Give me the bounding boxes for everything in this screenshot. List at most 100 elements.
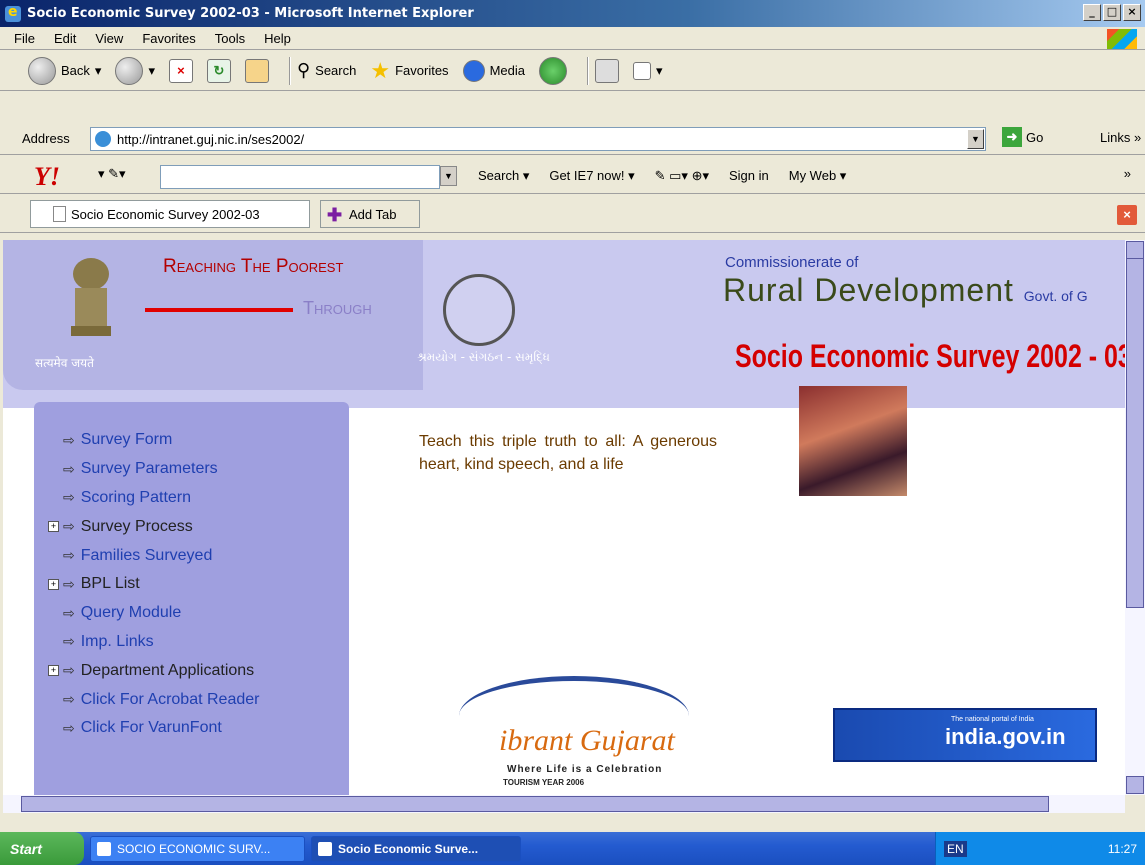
start-button[interactable]: Start (0, 832, 84, 865)
arrow-icon: ⇨ (63, 662, 75, 679)
vertical-scrollbar[interactable] (1125, 240, 1145, 795)
yahoo-logo-icon[interactable]: Y! (34, 162, 60, 192)
favorites-button[interactable]: ★ Favorites (370, 58, 448, 84)
expand-icon[interactable]: + (48, 665, 59, 677)
add-tab-button[interactable]: ✚ Add Tab (320, 200, 420, 228)
expand-icon[interactable]: + (48, 521, 59, 533)
sidebar-item-families-surveyed[interactable]: ⇨ Families Surveyed (34, 541, 349, 570)
sidebar-nav: ⇨ Survey Form ⇨ Survey Parameters ⇨ Scoring P… (34, 402, 349, 795)
sidebar-item-click-for-varunfont[interactable]: ⇨ Click For VarunFont (34, 714, 349, 743)
sidebar-item-label: BPL List (80, 575, 140, 593)
arrow-icon: ⇨ (63, 691, 75, 708)
home-icon (244, 58, 269, 83)
search-button[interactable]: ⚲ Search (297, 60, 356, 81)
quote-text: Teach this triple truth to all: A genero… (419, 433, 717, 473)
address-dropdown-icon[interactable]: ▼ (967, 129, 984, 149)
menu-edit[interactable]: Edit (54, 31, 76, 46)
history-button[interactable] (538, 56, 567, 85)
get-ie7-button[interactable]: Get IE7 now! ▾ (549, 168, 634, 184)
sidebar-item-imp-links[interactable]: ⇨ Imp. Links (34, 628, 349, 657)
edit-word-button[interactable]: ▾ (632, 61, 663, 80)
yahoo-search-dropdown[interactable]: ▼ (440, 166, 457, 186)
sidebar-item-survey-parameters[interactable]: ⇨ Survey Parameters (34, 455, 349, 484)
sidebar-item-label: Department Applications (80, 661, 255, 679)
sidebar-item-label: Survey Process (80, 517, 193, 535)
minimize-button[interactable]: _ (1083, 4, 1101, 21)
sidebar-item-label: Families Surveyed (80, 546, 213, 564)
windows-logo-icon (1107, 29, 1137, 49)
refresh-button[interactable]: ↻ (206, 58, 231, 83)
sidebar-item-survey-form[interactable]: ⇨ Survey Form (34, 426, 349, 455)
taskbar-word-doc[interactable]: SOCIO ECONOMIC SURV... (90, 835, 305, 862)
maximize-button[interactable]: □ (1103, 4, 1121, 21)
language-indicator[interactable]: EN (944, 840, 967, 857)
sidebar-item-department-applications[interactable]: + ⇨ Department Applications (34, 656, 349, 685)
rural-development-title: Rural Development Govt. of G (723, 272, 1088, 308)
word-icon (632, 61, 651, 80)
back-button[interactable]: Back ▾ (28, 56, 101, 85)
media-button[interactable]: Media (462, 59, 525, 82)
tab-bar: Socio Economic Survey 2002-03 ✚ Add Tab … (0, 195, 1145, 233)
print-button[interactable] (594, 58, 619, 83)
page-icon (53, 206, 66, 222)
sidebar-item-query-module[interactable]: ⇨ Query Module (34, 599, 349, 628)
sidebar-item-bpl-list[interactable]: + ⇨ BPL List (34, 570, 349, 599)
address-input[interactable]: http://intranet.guj.nic.in/ses2002/ ▼ (90, 127, 986, 151)
back-arrow-icon (28, 56, 56, 85)
scroll-down-icon[interactable] (1126, 776, 1144, 794)
search-icon: ⚲ (296, 60, 311, 80)
clock: 11:27 (1107, 841, 1137, 856)
menu-favorites[interactable]: Favorites (142, 31, 195, 46)
stop-icon: × (168, 58, 193, 83)
close-button[interactable]: × (1123, 4, 1141, 21)
arrow-icon: ⇨ (63, 547, 75, 564)
stop-button[interactable]: × (168, 58, 193, 83)
media-icon (462, 59, 485, 82)
menu-view[interactable]: View (95, 31, 123, 46)
arrow-icon: ⇨ (63, 575, 75, 592)
arrow-icon: ⇨ (63, 489, 75, 506)
plus-icon: ✚ (327, 205, 343, 225)
menu-tools[interactable]: Tools (215, 31, 245, 46)
menu-file[interactable]: File (14, 31, 35, 46)
star-icon: ★ (370, 57, 391, 83)
arrow-icon: ⇨ (63, 518, 75, 535)
printer-icon (594, 58, 619, 83)
go-button[interactable]: ➜ Go (1002, 127, 1043, 147)
vibrant-gujarat-logo[interactable]: ibrant Gujarat Where Life is a Celebrati… (455, 672, 695, 792)
through-text: Through (303, 298, 372, 318)
tab-active[interactable]: Socio Economic Survey 2002-03 (30, 200, 310, 228)
yahoo-search-button[interactable]: Search ▾ (478, 168, 529, 184)
links-toolbar[interactable]: Links » (1100, 130, 1141, 145)
horizontal-scrollbar[interactable] (3, 795, 1125, 813)
gujarati-tagline: શ્રમયોગ - સંગઠન - સમૃદ્ધિ (417, 350, 550, 364)
sign-in-button[interactable]: Sign in (729, 168, 769, 184)
page-content: सत्यमेव जयते Reaching The Poorest Throug… (3, 240, 1125, 795)
window-title: Socio Economic Survey 2002-03 - Microsof… (27, 6, 474, 21)
address-label: Address (22, 131, 70, 146)
women-photo (799, 386, 907, 496)
ie-icon (5, 4, 21, 22)
sidebar-item-scoring-pattern[interactable]: ⇨ Scoring Pattern (34, 484, 349, 513)
go-arrow-icon: ➜ (1002, 127, 1022, 147)
close-tab-icon[interactable]: × (1117, 205, 1137, 225)
india-gov-banner[interactable]: The national portal of India india.gov.i… (833, 708, 1097, 762)
word-icon (97, 841, 111, 856)
sidebar-item-label: Imp. Links (80, 632, 154, 650)
highlight-icon[interactable]: ✎ ▭▾ ⊕▾ (655, 168, 709, 184)
sidebar-item-survey-process[interactable]: + ⇨ Survey Process (34, 512, 349, 541)
yahoo-search-input[interactable] (160, 165, 440, 189)
my-web-button[interactable]: My Web ▾ (789, 168, 847, 184)
page-icon (95, 131, 111, 147)
forward-button[interactable]: ▾ (115, 56, 155, 85)
expand-icon[interactable]: + (48, 578, 59, 590)
sidebar-item-click-for-acrobat-reader[interactable]: ⇨ Click For Acrobat Reader (34, 685, 349, 714)
taskbar-ie-window[interactable]: Socio Economic Surve... (311, 835, 521, 862)
title-bar: Socio Economic Survey 2002-03 - Microsof… (0, 0, 1145, 27)
home-button[interactable] (244, 58, 269, 83)
yahoo-dropdown[interactable]: ▾ ✎▾ (98, 166, 126, 182)
sidebar-item-label: Survey Parameters (80, 460, 218, 478)
scroll-up-icon[interactable] (1126, 241, 1144, 259)
toolbar-overflow-icon[interactable]: » (1124, 166, 1131, 181)
menu-help[interactable]: Help (264, 31, 291, 46)
